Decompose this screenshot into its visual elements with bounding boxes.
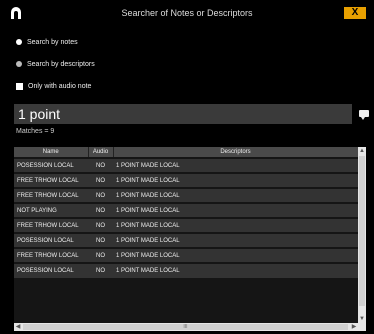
- cell-descriptors: 1 POINT MADE LOCAL: [113, 157, 358, 173]
- cell-descriptors: 1 POINT MADE LOCAL: [113, 247, 358, 263]
- cell-name: POSESSION LOCAL: [14, 232, 88, 248]
- table-row[interactable]: POSESSION LOCAL NO 1 POINT MADE LOCAL: [14, 232, 358, 248]
- cell-audio: NO: [88, 262, 113, 278]
- cell-name: FREE TRHOW LOCAL: [14, 217, 88, 233]
- scroll-left-arrow-icon[interactable]: ◀: [14, 323, 22, 331]
- table-row[interactable]: FREE TRHOW LOCAL NO 1 POINT MADE LOCAL: [14, 217, 358, 233]
- cell-audio: NO: [88, 187, 113, 203]
- cell-descriptors: 1 POINT MADE LOCAL: [113, 232, 358, 248]
- horizontal-scroll-thumb[interactable]: III: [23, 324, 348, 330]
- column-header-audio[interactable]: Audio: [88, 147, 114, 158]
- scroll-down-arrow-icon[interactable]: ▼: [358, 315, 366, 323]
- radio-unselected-icon: [16, 61, 22, 67]
- checkbox-only-audio-label: Only with audio note: [28, 82, 92, 90]
- scrollbar-corner: [358, 323, 366, 331]
- matches-count: Matches = 9: [16, 128, 55, 135]
- radio-search-by-descriptors[interactable]: Search by descriptors: [16, 58, 95, 70]
- cell-audio: NO: [88, 232, 113, 248]
- checkbox-icon: [16, 82, 23, 90]
- column-header-name[interactable]: Name: [14, 147, 89, 158]
- column-header-descriptors[interactable]: Descriptors: [113, 147, 359, 158]
- vertical-scroll-thumb[interactable]: [359, 156, 365, 306]
- cell-name: POSESSION LOCAL: [14, 262, 88, 278]
- radio-search-by-descriptors-label: Search by descriptors: [27, 60, 95, 68]
- cell-name: NOT PLAYING: [14, 202, 88, 218]
- table-row[interactable]: POSESSION LOCAL NO 1 POINT MADE LOCAL: [14, 157, 358, 173]
- results-table: Name Audio Descriptors POSESSION LOCAL N…: [14, 147, 359, 278]
- cell-audio: NO: [88, 172, 113, 188]
- search-field-container: [14, 104, 352, 124]
- cell-name: FREE TRHOW LOCAL: [14, 187, 88, 203]
- table-row[interactable]: POSESSION LOCAL NO 1 POINT MADE LOCAL: [14, 262, 358, 278]
- scroll-right-arrow-icon[interactable]: ▶: [350, 323, 358, 331]
- table-row[interactable]: NOT PLAYING NO 1 POINT MADE LOCAL: [14, 202, 358, 218]
- radio-search-by-notes-label: Search by notes: [27, 38, 78, 46]
- cell-name: FREE TRHOW LOCAL: [14, 247, 88, 263]
- close-button[interactable]: X: [344, 7, 366, 19]
- table-header-row: Name Audio Descriptors: [14, 147, 359, 158]
- horizontal-scrollbar[interactable]: ◀ III ▶: [14, 323, 358, 331]
- table-row[interactable]: FREE TRHOW LOCAL NO 1 POINT MADE LOCAL: [14, 187, 358, 203]
- cell-descriptors: 1 POINT MADE LOCAL: [113, 217, 358, 233]
- cell-audio: NO: [88, 217, 113, 233]
- cell-descriptors: 1 POINT MADE LOCAL: [113, 262, 358, 278]
- cell-audio: NO: [88, 202, 113, 218]
- cell-audio: NO: [88, 157, 113, 173]
- cell-audio: NO: [88, 247, 113, 263]
- results-table-container: Name Audio Descriptors POSESSION LOCAL N…: [14, 147, 366, 331]
- table-row[interactable]: FREE TRHOW LOCAL NO 1 POINT MADE LOCAL: [14, 247, 358, 263]
- table-row[interactable]: FREE TRHOW LOCAL NO 1 POINT MADE LOCAL: [14, 172, 358, 188]
- vertical-scrollbar[interactable]: ▲ ▼: [358, 147, 366, 323]
- window-title: Searcher of Notes or Descriptors: [121, 8, 253, 18]
- cell-name: FREE TRHOW LOCAL: [14, 172, 88, 188]
- cell-name: POSESSION LOCAL: [14, 157, 88, 173]
- cell-descriptors: 1 POINT MADE LOCAL: [113, 172, 358, 188]
- search-input[interactable]: [14, 104, 352, 124]
- scroll-up-arrow-icon[interactable]: ▲: [358, 147, 366, 155]
- radio-search-by-notes[interactable]: Search by notes: [16, 36, 78, 48]
- cell-descriptors: 1 POINT MADE LOCAL: [113, 202, 358, 218]
- title-bar: Searcher of Notes or Descriptors X: [0, 0, 374, 26]
- cell-descriptors: 1 POINT MADE LOCAL: [113, 187, 358, 203]
- radio-selected-icon: [16, 39, 22, 45]
- speech-bubble-icon[interactable]: [359, 110, 369, 120]
- checkbox-only-audio[interactable]: Only with audio note: [16, 80, 91, 92]
